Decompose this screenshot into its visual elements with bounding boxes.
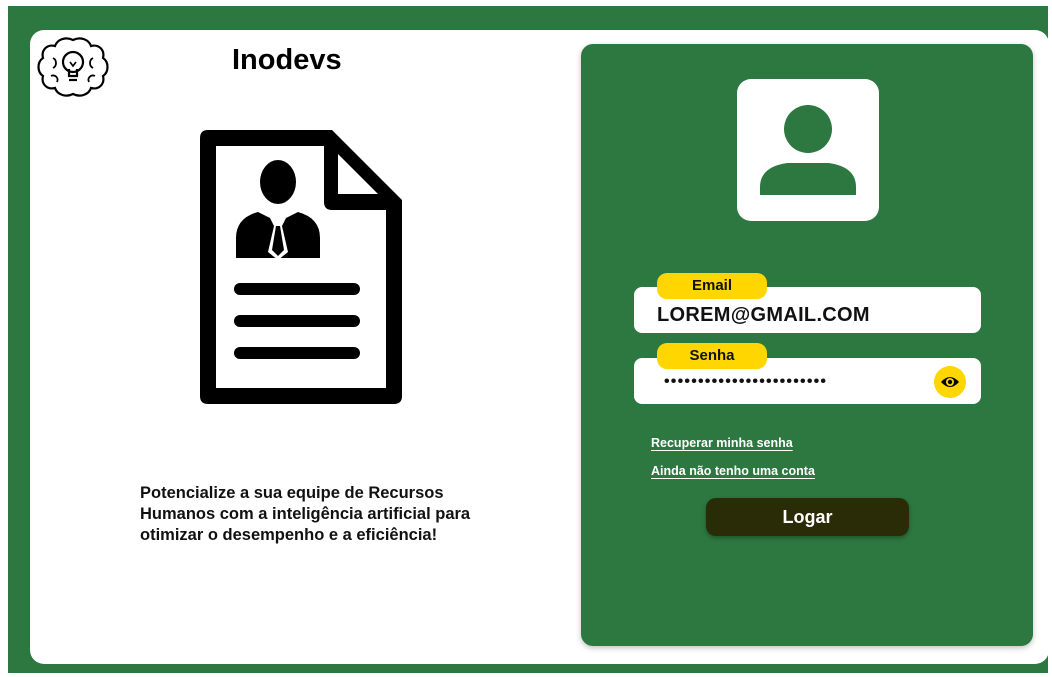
password-input-value[interactable]: ••••••••••••••••••••••••: [664, 373, 827, 391]
recover-password-link[interactable]: Recuperar minha senha: [651, 436, 793, 450]
toggle-password-button[interactable]: [934, 366, 966, 398]
user-avatar-icon: [760, 105, 856, 195]
email-label: Email: [657, 273, 767, 299]
brand-title: Inodevs: [232, 44, 342, 76]
hero-tagline: Potencialize a sua equipe de Recursos Hu…: [140, 484, 471, 544]
signup-link[interactable]: Ainda não tenho uma conta: [651, 464, 815, 478]
login-button[interactable]: Logar: [706, 498, 909, 536]
password-label: Senha: [657, 343, 767, 369]
avatar: [737, 79, 879, 221]
eye-icon: [941, 377, 959, 387]
resume-document-icon: [200, 130, 402, 404]
email-input-value[interactable]: LOREM@GMAIL.COM: [657, 304, 870, 327]
brain-lightbulb-icon: [37, 37, 109, 97]
